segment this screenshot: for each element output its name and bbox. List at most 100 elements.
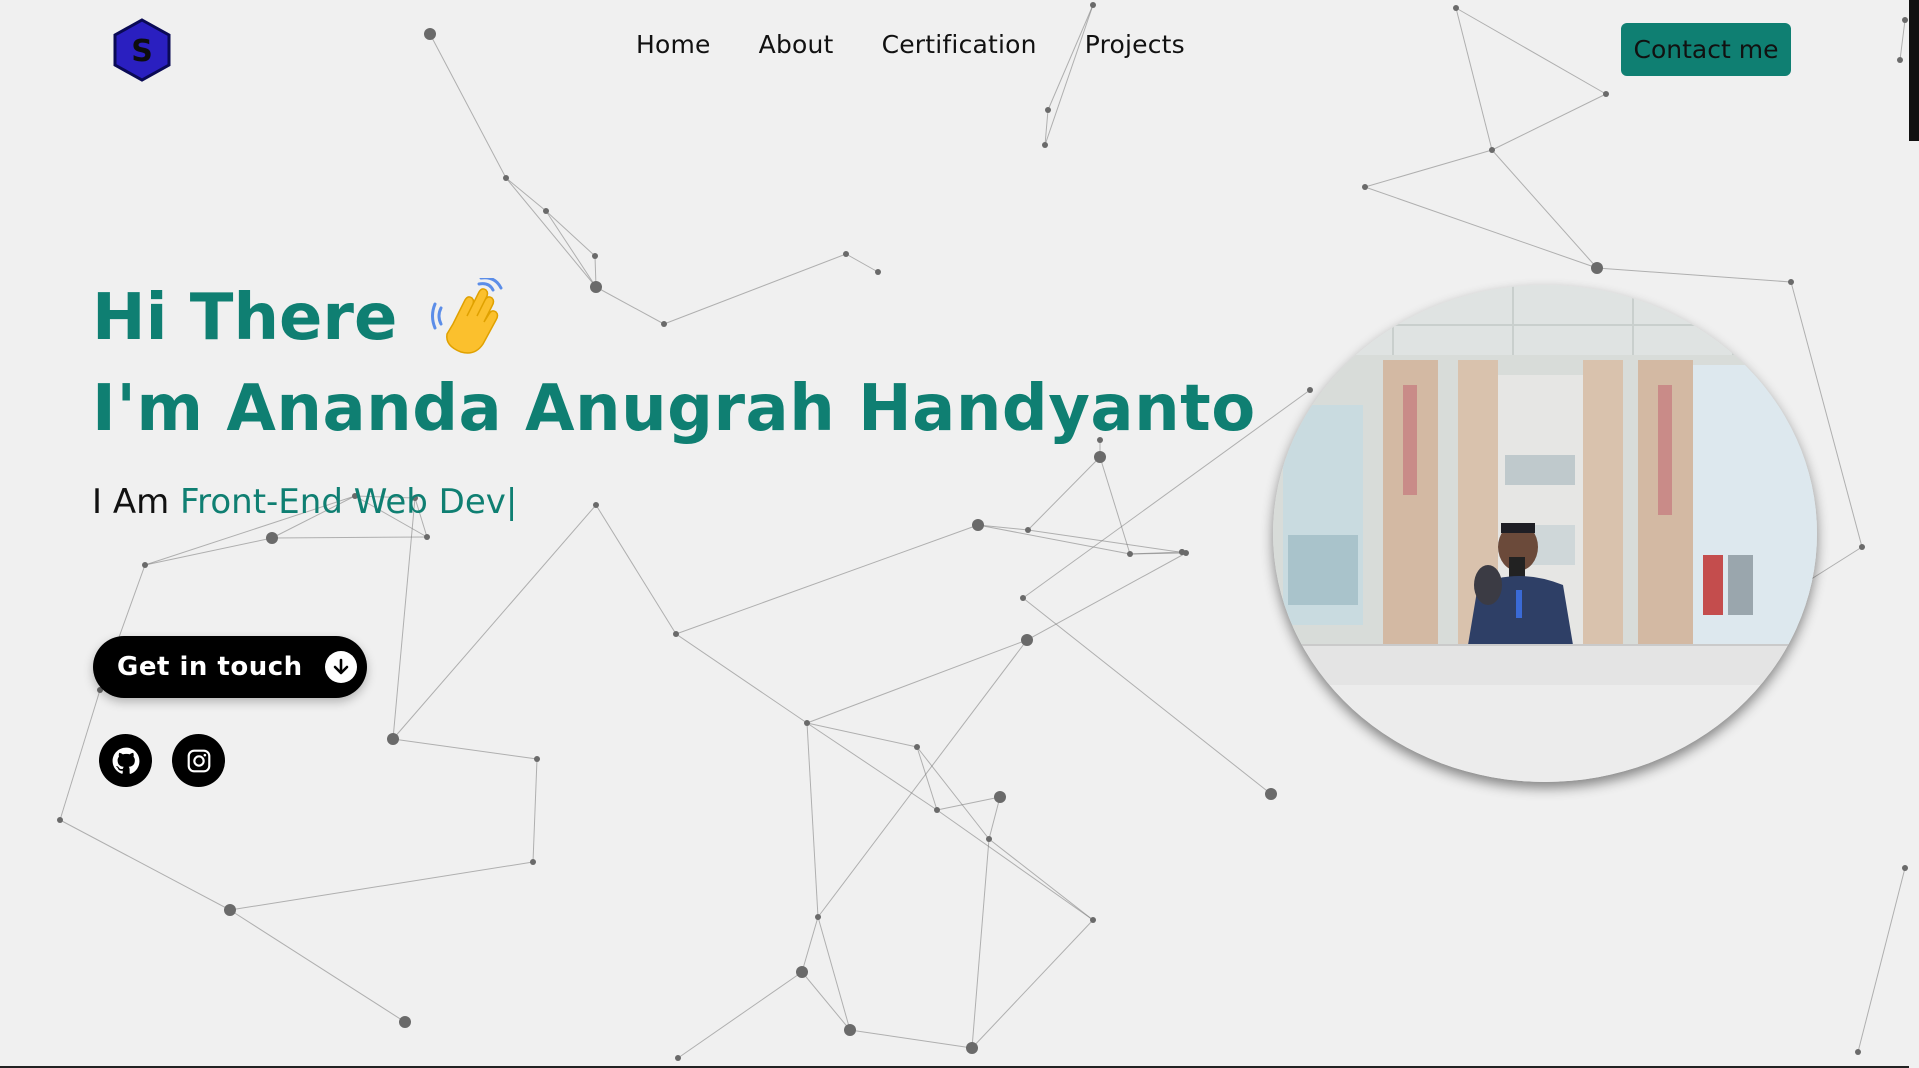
particle-link: [59, 819, 231, 911]
particle-link: [817, 916, 851, 1031]
particle-node: [1788, 279, 1794, 285]
particle-node: [1045, 107, 1051, 113]
github-link[interactable]: [99, 734, 152, 787]
particle-node: [1025, 527, 1031, 533]
particle-link: [595, 504, 677, 635]
particle-link: [505, 177, 597, 288]
particle-link: [1596, 267, 1792, 283]
particle-link: [677, 971, 803, 1059]
particle-node: [1179, 549, 1185, 555]
particle-link: [1022, 597, 1272, 795]
particle-node: [592, 253, 598, 259]
particle-node: [675, 1055, 681, 1061]
particle-link: [675, 633, 808, 724]
scrollbar-thumb[interactable]: [1909, 0, 1919, 141]
particle-link: [1364, 186, 1598, 269]
particle-link: [971, 838, 990, 1049]
github-icon: [112, 747, 139, 774]
particle-link: [545, 210, 597, 288]
role-typed-text: Front-End Web Dev: [180, 482, 506, 522]
particle-node: [590, 281, 602, 293]
particle-link: [229, 861, 534, 911]
particle-node: [844, 1024, 856, 1036]
particle-link: [392, 497, 416, 740]
main-nav: Home About Certification Projects: [636, 30, 1185, 59]
particle-node: [1859, 544, 1865, 550]
particle-node: [593, 502, 599, 508]
particle-link: [505, 177, 547, 212]
particle-link: [1026, 552, 1187, 641]
particle-link: [1491, 149, 1598, 269]
particle-node: [815, 914, 821, 920]
particle-node: [1042, 142, 1048, 148]
particle-node: [224, 904, 236, 916]
particle-link: [1364, 149, 1493, 188]
particle-node: [543, 208, 549, 214]
nav-projects[interactable]: Projects: [1085, 30, 1185, 59]
page: S Home About Certification Projects Cont…: [0, 0, 1919, 1068]
particle-link: [806, 722, 938, 811]
get-in-touch-button[interactable]: Get in touch: [93, 636, 367, 698]
particle-node: [503, 175, 509, 181]
particle-node: [1453, 5, 1459, 11]
particle-link: [936, 796, 1001, 811]
particle-link: [392, 738, 538, 760]
particle-node: [1591, 262, 1603, 274]
particle-node: [986, 836, 992, 842]
particle-link: [1027, 456, 1101, 531]
profile-photo: [1273, 285, 1817, 782]
particle-link: [817, 639, 1028, 918]
particle-node: [1362, 184, 1368, 190]
particle-link: [916, 746, 938, 811]
particle-link: [801, 916, 819, 973]
particle-node: [1855, 1049, 1861, 1055]
particle-node: [1897, 57, 1903, 63]
particle-node: [387, 733, 399, 745]
particle-node: [972, 519, 984, 531]
particle-link: [1044, 4, 1094, 146]
hero-greeting: Hi There: [92, 278, 511, 358]
instagram-link[interactable]: [172, 734, 225, 787]
particle-node: [530, 859, 536, 865]
particle-link: [1455, 7, 1493, 151]
particle-node: [1489, 147, 1495, 153]
particle-link: [144, 537, 273, 566]
particle-node: [796, 966, 808, 978]
hero-name: I'm Ananda Anugrah Handyanto: [92, 372, 1256, 446]
contact-me-button[interactable]: Contact me: [1621, 23, 1791, 76]
greeting-text: Hi There: [92, 281, 398, 355]
particle-link: [229, 909, 406, 1023]
particle-node: [843, 251, 849, 257]
particle-node: [1127, 551, 1133, 557]
particle-node: [1090, 917, 1096, 923]
cta-label: Get in touch: [117, 652, 303, 682]
particle-node: [1020, 595, 1026, 601]
particle-node: [1021, 634, 1033, 646]
particle-node: [914, 744, 920, 750]
particle-link: [1491, 93, 1607, 151]
particle-link: [806, 722, 918, 748]
particle-link: [988, 838, 1094, 921]
particle-node: [994, 791, 1006, 803]
particle-link: [916, 746, 990, 840]
particle-link: [532, 758, 538, 863]
particle-link: [971, 919, 1094, 1049]
particle-node: [934, 807, 940, 813]
particle-node: [1094, 451, 1106, 463]
logo-letter: S: [131, 34, 153, 69]
nav-about[interactable]: About: [759, 30, 834, 59]
particle-link: [1857, 867, 1906, 1053]
particle-link: [595, 286, 665, 325]
nav-certification[interactable]: Certification: [882, 30, 1037, 59]
particle-link: [271, 536, 428, 539]
particle-node: [424, 28, 436, 40]
particle-link: [806, 639, 1028, 724]
nav-home[interactable]: Home: [636, 30, 711, 59]
particle-node: [1090, 2, 1096, 8]
particle-link: [675, 524, 979, 635]
particle-link: [59, 689, 101, 821]
particle-node: [966, 1042, 978, 1054]
site-logo[interactable]: S: [112, 18, 172, 82]
role-prefix: I Am: [92, 482, 181, 522]
particle-node: [1265, 788, 1277, 800]
